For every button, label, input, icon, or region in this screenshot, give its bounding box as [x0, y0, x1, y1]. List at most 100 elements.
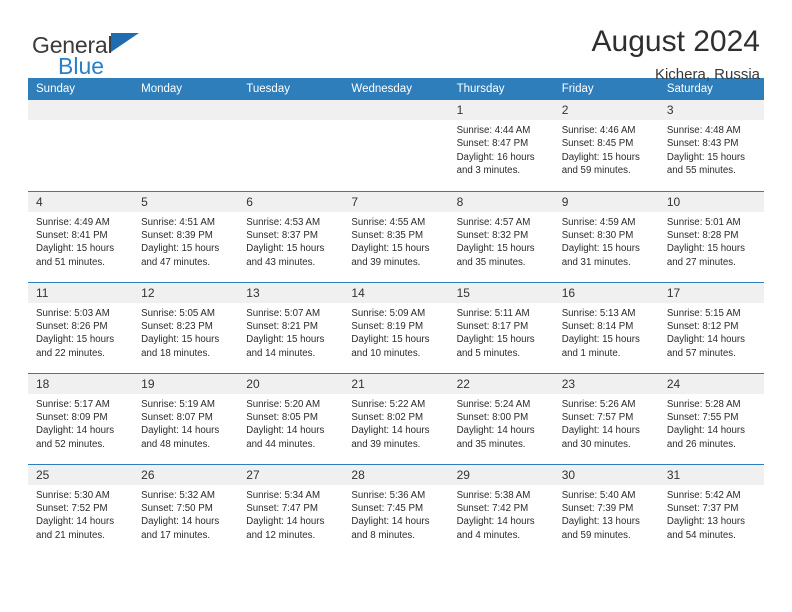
day-detail-line: and 14 minutes. — [246, 347, 316, 359]
calendar-day-cell[interactable]: 15 Sunrise: 5:11 AM Sunset: 8:17 PM Dayligh… — [448, 281, 554, 373]
day-detail-line: Daylight: 14 hours — [36, 516, 115, 528]
day-details — [343, 120, 448, 124]
calendar-day-cell[interactable]: 25 Sunrise: 5:30 AM Sunset: 7:52 PM Dayligh… — [28, 463, 134, 555]
day-details — [28, 120, 133, 124]
day-detail-line: Daylight: 14 hours — [141, 516, 220, 528]
weekday-header-thursday: Thursday — [448, 78, 554, 100]
calendar-day-cell[interactable]: 17 Sunrise: 5:15 AM Sunset: 8:12 PM Dayligh… — [658, 281, 764, 373]
day-details: Sunrise: 5:07 AM Sunset: 8:21 PM Daylight:… — [238, 303, 343, 361]
calendar-day-cell[interactable]: 27 Sunrise: 5:34 AM Sunset: 7:47 PM Dayligh… — [238, 463, 344, 555]
day-details: Sunrise: 4:53 AM Sunset: 8:37 PM Daylight:… — [238, 212, 343, 270]
calendar-day-cell[interactable]: 9 Sunrise: 4:59 AM Sunset: 8:30 PM Daylight… — [553, 190, 659, 282]
day-number: 2 — [553, 100, 659, 120]
calendar-day-cell[interactable]: 28 Sunrise: 5:36 AM Sunset: 7:45 PM Dayligh… — [343, 463, 449, 555]
calendar-day-cell[interactable]: 21 Sunrise: 5:22 AM Sunset: 8:02 PM Dayligh… — [343, 372, 449, 464]
day-details: Sunrise: 4:44 AM Sunset: 8:47 PM Daylight:… — [449, 120, 554, 178]
day-detail-line: Daylight: 16 hours — [456, 151, 535, 163]
day-details: Sunrise: 4:57 AM Sunset: 8:32 PM Daylight:… — [449, 212, 554, 270]
calendar-day-cell[interactable]: 2 Sunrise: 4:46 AM Sunset: 8:45 PM Daylight… — [553, 100, 659, 191]
day-cell-content: 12 Sunrise: 5:05 AM Sunset: 8:23 PM Dayligh… — [133, 282, 239, 373]
day-cell-content: 7 Sunrise: 4:55 AM Sunset: 8:35 PM Daylight… — [343, 191, 449, 282]
calendar-day-cell[interactable]: 1 Sunrise: 4:44 AM Sunset: 8:47 PM Daylight… — [448, 100, 554, 191]
day-detail-line: Daylight: 14 hours — [666, 425, 745, 437]
day-cell-content: 9 Sunrise: 4:59 AM Sunset: 8:30 PM Daylight… — [553, 191, 659, 282]
calendar-day-cell[interactable]: 18 Sunrise: 5:17 AM Sunset: 8:09 PM Dayligh… — [28, 372, 134, 464]
day-details: Sunrise: 5:40 AM Sunset: 7:39 PM Daylight:… — [554, 485, 659, 543]
day-number: 9 — [553, 191, 659, 212]
day-detail-line: Sunrise: 4:48 AM — [666, 125, 741, 136]
calendar-day-cell[interactable]: 26 Sunrise: 5:32 AM Sunset: 7:50 PM Dayligh… — [133, 463, 239, 555]
weekday-header-wednesday: Wednesday — [343, 78, 449, 100]
day-cell-content: 28 Sunrise: 5:36 AM Sunset: 7:45 PM Dayligh… — [343, 464, 449, 555]
calendar-day-cell[interactable]: 7 Sunrise: 4:55 AM Sunset: 8:35 PM Daylight… — [343, 190, 449, 282]
calendar-day-cell[interactable]: 3 Sunrise: 4:48 AM Sunset: 8:43 PM Daylight… — [658, 100, 764, 191]
day-number: 7 — [343, 191, 449, 212]
weekday-header-sunday: Sunday — [28, 78, 134, 100]
day-details: Sunrise: 5:24 AM Sunset: 8:00 PM Daylight:… — [449, 394, 554, 452]
calendar-day-cell[interactable]: 30 Sunrise: 5:40 AM Sunset: 7:39 PM Dayligh… — [553, 463, 659, 555]
day-detail-line: Sunrise: 5:36 AM — [351, 489, 426, 501]
day-number: 26 — [133, 464, 239, 485]
logo-top-row: General — [32, 33, 140, 57]
day-number — [133, 100, 239, 120]
calendar-day-cell[interactable]: 13 Sunrise: 5:07 AM Sunset: 8:21 PM Dayligh… — [238, 281, 344, 373]
day-detail-line: Sunset: 8:00 PM — [456, 411, 529, 423]
calendar-day-cell[interactable]: 5 Sunrise: 4:51 AM Sunset: 8:39 PM Daylight… — [133, 190, 239, 282]
day-number: 24 — [658, 373, 764, 394]
day-details: Sunrise: 5:05 AM Sunset: 8:23 PM Daylight:… — [133, 303, 238, 361]
day-details: Sunrise: 5:34 AM Sunset: 7:47 PM Daylight:… — [238, 485, 343, 543]
day-number — [238, 100, 344, 120]
day-detail-line: Daylight: 14 hours — [666, 334, 745, 346]
day-cell-content: 27 Sunrise: 5:34 AM Sunset: 7:47 PM Dayligh… — [238, 464, 344, 555]
calendar-page: General Blue August 2024 Kichera, Russia… — [0, 0, 792, 612]
day-detail-line: Daylight: 15 hours — [456, 243, 535, 255]
day-detail-line: Sunrise: 5:09 AM — [351, 307, 426, 319]
day-number: 17 — [658, 282, 764, 303]
day-detail-line: Sunset: 8:17 PM — [456, 320, 529, 332]
calendar-day-cell[interactable]: 16 Sunrise: 5:13 AM Sunset: 8:14 PM Dayligh… — [553, 281, 659, 373]
day-detail-line: and 26 minutes. — [666, 438, 736, 450]
day-detail-line: Daylight: 14 hours — [246, 425, 325, 437]
day-detail-line: and 48 minutes. — [141, 438, 211, 450]
calendar-day-cell[interactable]: 31 Sunrise: 5:42 AM Sunset: 7:37 PM Dayligh… — [658, 463, 764, 555]
day-detail-line: Daylight: 13 hours — [666, 516, 745, 528]
calendar-body: 1 Sunrise: 4:44 AM Sunset: 8:47 PM Daylight… — [28, 100, 764, 555]
calendar-day-cell[interactable]: 22 Sunrise: 5:24 AM Sunset: 8:00 PM Dayligh… — [448, 372, 554, 464]
day-details: Sunrise: 4:48 AM Sunset: 8:43 PM Daylight:… — [659, 120, 764, 178]
calendar-day-cell[interactable]: 23 Sunrise: 5:26 AM Sunset: 7:57 PM Dayligh… — [553, 372, 659, 464]
calendar-day-cell[interactable]: 19 Sunrise: 5:19 AM Sunset: 8:07 PM Dayligh… — [133, 372, 239, 464]
calendar-day-cell[interactable]: 14 Sunrise: 5:09 AM Sunset: 8:19 PM Dayligh… — [343, 281, 449, 373]
day-detail-line: Sunrise: 5:28 AM — [666, 398, 741, 410]
day-detail-line: Daylight: 14 hours — [456, 516, 535, 528]
weekday-header-tuesday: Tuesday — [238, 78, 344, 100]
calendar-day-cell[interactable]: 8 Sunrise: 4:57 AM Sunset: 8:32 PM Daylight… — [448, 190, 554, 282]
day-detail-line: Sunset: 8:21 PM — [246, 320, 318, 332]
day-detail-line: Sunrise: 5:07 AM — [246, 307, 321, 319]
day-number: 20 — [238, 373, 344, 394]
calendar-day-cell[interactable]: 29 Sunrise: 5:38 AM Sunset: 7:42 PM Dayligh… — [448, 463, 554, 555]
calendar-empty-cell — [133, 100, 239, 191]
day-detail-line: and 18 minutes. — [141, 347, 211, 359]
calendar-day-cell[interactable]: 4 Sunrise: 4:49 AM Sunset: 8:41 PM Daylight… — [28, 190, 134, 282]
day-detail-line: Sunrise: 5:34 AM — [246, 489, 321, 501]
day-detail-line: Sunset: 8:26 PM — [36, 320, 108, 332]
day-detail-line: Sunrise: 5:38 AM — [456, 489, 531, 501]
day-details: Sunrise: 5:17 AM Sunset: 8:09 PM Daylight:… — [28, 394, 133, 452]
day-detail-line: and 59 minutes. — [561, 529, 631, 541]
calendar-day-cell[interactable]: 24 Sunrise: 5:28 AM Sunset: 7:55 PM Dayligh… — [658, 372, 764, 464]
calendar-day-cell[interactable]: 12 Sunrise: 5:05 AM Sunset: 8:23 PM Dayligh… — [133, 281, 239, 373]
day-details: Sunrise: 5:22 AM Sunset: 8:02 PM Daylight:… — [343, 394, 448, 452]
day-detail-line: Sunrise: 4:44 AM — [456, 125, 531, 136]
day-detail-line: Sunset: 8:41 PM — [36, 229, 108, 241]
day-number: 19 — [133, 373, 239, 394]
day-cell-content — [133, 100, 239, 190]
calendar-day-cell[interactable]: 20 Sunrise: 5:20 AM Sunset: 8:05 PM Dayligh… — [238, 372, 344, 464]
calendar-day-cell[interactable]: 6 Sunrise: 4:53 AM Sunset: 8:37 PM Daylight… — [238, 190, 344, 282]
calendar-day-cell[interactable]: 10 Sunrise: 5:01 AM Sunset: 8:28 PM Dayligh… — [658, 190, 764, 282]
calendar-day-cell[interactable]: 11 Sunrise: 5:03 AM Sunset: 8:26 PM Dayligh… — [28, 281, 134, 373]
generalblue-logo: General Blue — [32, 26, 140, 78]
day-number: 6 — [238, 191, 344, 212]
day-detail-line: Sunrise: 5:01 AM — [666, 216, 741, 228]
page-header: General Blue August 2024 Kichera, Russia — [0, 0, 792, 83]
day-detail-line: Sunrise: 5:24 AM — [456, 398, 531, 410]
